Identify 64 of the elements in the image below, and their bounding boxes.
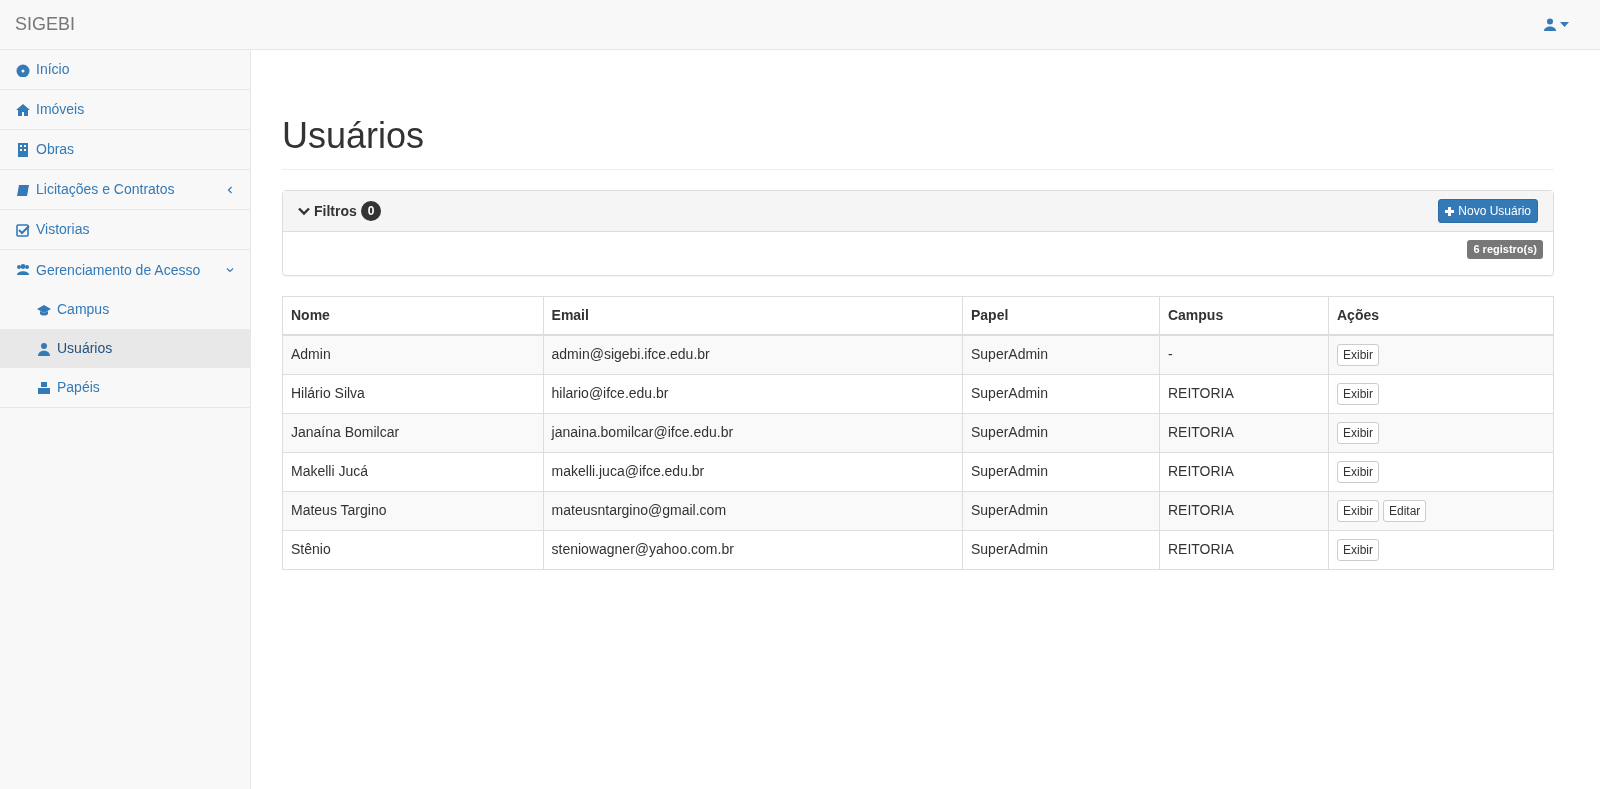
table-cell: REITORIA xyxy=(1159,491,1329,531)
graduation-cap-icon xyxy=(37,302,51,317)
sidebar-item[interactable]: Vistorias xyxy=(0,210,250,250)
record-count: 6 registro(s) xyxy=(1467,240,1543,259)
column-header: Email xyxy=(543,296,963,335)
action-button[interactable]: Exibir xyxy=(1337,382,1379,405)
sidebar-subitem[interactable]: Usuários xyxy=(0,329,250,368)
column-header: Nome xyxy=(282,296,544,335)
users-icon xyxy=(16,263,30,277)
brand-name[interactable]: SIGEBI xyxy=(15,11,76,38)
table-cell: steniowagner@yahoo.com.br xyxy=(543,530,963,570)
table-cell: Mateus Targino xyxy=(282,491,544,531)
checkbox-icon xyxy=(16,222,30,237)
sidebar-item[interactable]: Gerenciamento de Acesso xyxy=(0,250,250,290)
action-button[interactable]: Exibir xyxy=(1337,421,1379,444)
chevron-icon xyxy=(226,185,234,194)
action-button[interactable]: Editar xyxy=(1383,499,1427,522)
user-icon xyxy=(37,341,51,356)
action-button[interactable]: Exibir xyxy=(1337,460,1379,483)
table-cell: REITORIA xyxy=(1159,374,1329,414)
table-cell: - xyxy=(1159,334,1329,375)
table-cell: REITORIA xyxy=(1159,452,1329,492)
column-header: Papel xyxy=(962,296,1160,335)
column-header: Ações xyxy=(1328,296,1554,335)
sidebar-item[interactable]: Início xyxy=(0,50,250,90)
table-cell: SuperAdmin xyxy=(962,530,1160,570)
sidebar-item[interactable]: Obras xyxy=(0,130,250,170)
table-cell: SuperAdmin xyxy=(962,374,1160,414)
table-cell: SuperAdmin xyxy=(962,452,1160,492)
building-icon xyxy=(16,142,30,157)
new-user-button[interactable]: Novo Usuário xyxy=(1438,199,1538,224)
table-cell: Admin xyxy=(282,334,544,375)
user-icon xyxy=(1544,18,1556,31)
chevron-icon xyxy=(226,266,234,274)
table-cell: janaina.bomilcar@ifce.edu.br xyxy=(543,413,963,453)
action-button[interactable]: Exibir xyxy=(1337,538,1379,561)
plus-icon xyxy=(1445,206,1455,216)
table-cell: admin@sigebi.ifce.edu.br xyxy=(543,334,963,375)
table-cell: Janaína Bomilcar xyxy=(282,413,544,453)
user-menu[interactable] xyxy=(1544,18,1569,31)
sidebar-item[interactable]: Imóveis xyxy=(0,90,250,130)
filter-count: 0 xyxy=(360,201,382,222)
caret-icon xyxy=(1560,22,1569,27)
table-cell: Makelli Jucá xyxy=(282,452,544,492)
sidebar-subitem[interactable]: Papéis xyxy=(0,368,250,407)
table-cell: makelli.juca@ifce.edu.br xyxy=(543,452,963,492)
table-cell: mateusntargino@gmail.com xyxy=(543,491,963,531)
table-cell: SuperAdmin xyxy=(962,491,1160,531)
sidebar-subitem[interactable]: Campus xyxy=(0,290,250,329)
action-button[interactable]: Exibir xyxy=(1337,343,1379,366)
column-header: Campus xyxy=(1159,296,1329,335)
chevron-icon[interactable] xyxy=(298,206,310,216)
table-cell: REITORIA xyxy=(1159,530,1329,570)
page-title: Usuários xyxy=(282,114,1554,171)
table-cell: Stênio xyxy=(282,530,544,570)
table-cell: SuperAdmin xyxy=(962,334,1160,375)
table-cell: REITORIA xyxy=(1159,413,1329,453)
action-button[interactable]: Exibir xyxy=(1337,499,1379,522)
home-icon xyxy=(16,102,30,117)
table-cell: SuperAdmin xyxy=(962,413,1160,453)
filter-toggle[interactable]: Filtros xyxy=(314,200,357,222)
table-cell: hilario@ifce.edu.br xyxy=(543,374,963,414)
sidebar-item[interactable]: Licitações e Contratos xyxy=(0,170,250,210)
table-cell: Hilário Silva xyxy=(282,374,544,414)
